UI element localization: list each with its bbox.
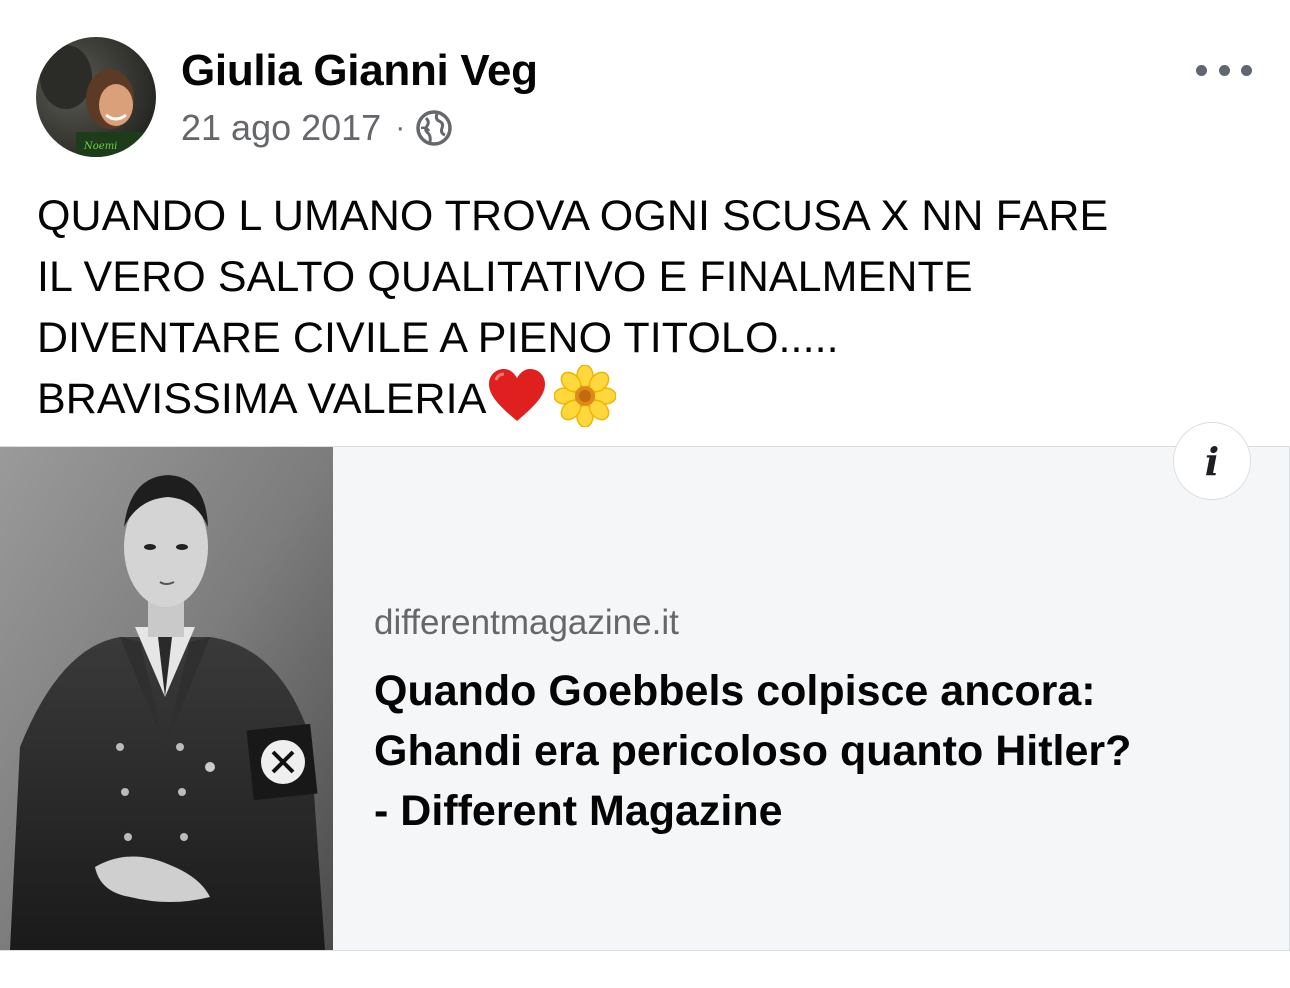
profile-photo-icon: Noemi bbox=[36, 37, 156, 157]
facebook-post: Noemi Giulia Gianni Veg 21 ago 2017 · QU… bbox=[0, 0, 1290, 981]
info-button[interactable]: i bbox=[1173, 422, 1251, 500]
post-text-line: QUANDO L UMANO TROVA OGNI SCUSA X NN FAR… bbox=[37, 192, 1109, 240]
more-dot bbox=[1196, 64, 1207, 76]
portrait-photo-icon bbox=[0, 447, 333, 950]
post-text-line: BRAVISSIMA VALERIA bbox=[37, 375, 487, 423]
link-title-line: - Different Magazine bbox=[374, 787, 783, 835]
post-text-line: DIVENTARE CIVILE A PIENO TITOLO..... bbox=[37, 314, 839, 362]
post-text-line-last: BRAVISSIMA VALERIA bbox=[37, 363, 1277, 430]
link-title-line: Quando Goebbels colpisce ancora: bbox=[374, 667, 1096, 715]
post-date[interactable]: 21 ago 2017 bbox=[181, 107, 381, 149]
link-domain[interactable]: differentmagazine.it bbox=[374, 603, 1254, 643]
more-options-button[interactable] bbox=[1196, 52, 1252, 88]
info-icon: i bbox=[1204, 438, 1220, 484]
author-name[interactable]: Giulia Gianni Veg bbox=[181, 46, 538, 96]
post-text: QUANDO L UMANO TROVA OGNI SCUSA X NN FAR… bbox=[37, 186, 1277, 430]
more-dot bbox=[1241, 64, 1252, 76]
link-thumbnail[interactable] bbox=[0, 447, 333, 950]
author-avatar[interactable]: Noemi bbox=[36, 37, 156, 157]
link-info: differentmagazine.it Quando Goebbels col… bbox=[374, 603, 1254, 841]
link-preview-card[interactable]: differentmagazine.it Quando Goebbels col… bbox=[0, 446, 1290, 951]
svg-text:Noemi: Noemi bbox=[83, 141, 117, 152]
red-heart-icon bbox=[486, 365, 548, 427]
link-title[interactable]: Quando Goebbels colpisce ancora: Ghandi … bbox=[374, 661, 1254, 841]
post-text-line: IL VERO SALTO QUALITATIVO E FINALMENTE bbox=[37, 253, 973, 301]
more-dot bbox=[1218, 64, 1230, 76]
post-meta: 21 ago 2017 · bbox=[181, 107, 453, 149]
globe-icon[interactable] bbox=[415, 109, 453, 147]
meta-separator: · bbox=[395, 111, 406, 144]
link-title-line: Ghandi era pericoloso quanto Hitler? bbox=[374, 727, 1132, 775]
blossom-flower-icon bbox=[553, 363, 618, 428]
